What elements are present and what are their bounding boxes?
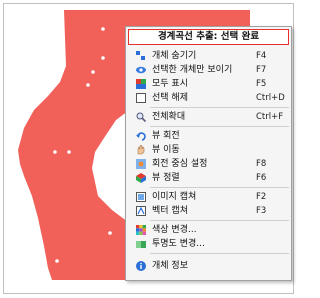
part-hole — [101, 56, 105, 60]
menu-item-show-selected-only[interactable]: 선택한 개체만 보이기 F7 — [126, 63, 291, 77]
part-hole — [53, 150, 57, 154]
rotate-view-icon — [136, 132, 146, 141]
part-hole — [67, 150, 71, 154]
show-all-icon — [136, 79, 146, 89]
color-change-icon — [136, 225, 146, 235]
menu-item-color-change[interactable]: 색상 변경... — [126, 223, 291, 237]
menu-item-align-view[interactable]: 뷰 정렬 F6 — [126, 171, 291, 185]
vector-capture-icon — [136, 206, 146, 216]
menu-item-hide-object[interactable]: 개체 숨기기 F4 — [126, 49, 291, 63]
menu-item-zoom-all[interactable]: 전체확대 Ctrl+F — [126, 110, 291, 124]
menu-item-deselect[interactable]: 선택 해제 Ctrl+D — [126, 91, 291, 105]
object-info-icon — [136, 261, 146, 271]
transparency-change-icon — [136, 241, 146, 248]
part-hole — [55, 259, 59, 263]
menu-item-transparency-change[interactable]: 투명도 변경... — [126, 237, 291, 251]
part-hole — [101, 27, 105, 31]
part-hole — [108, 231, 112, 235]
rotation-center-icon — [136, 159, 146, 169]
menu-separator — [150, 253, 289, 254]
image-capture-icon — [136, 192, 146, 202]
menu-separator — [150, 126, 289, 127]
zoom-all-icon — [136, 112, 146, 122]
show-selected-only-icon — [136, 66, 146, 74]
menu-item-rotation-center[interactable]: 회전 중심 설정 F8 — [126, 157, 291, 171]
pan-view-icon — [137, 145, 145, 155]
part-hole — [86, 83, 90, 87]
menu-item-vector-capture[interactable]: 벡터 캡쳐 F3 — [126, 204, 291, 218]
menu-item-pan-view[interactable]: 뷰 이동 — [126, 143, 291, 157]
menu-separator — [150, 187, 289, 188]
context-menu: 경계곡선 추출: 선택 완료 개체 숨기기 F4 선택한 개체만 보이기 F7 … — [125, 26, 292, 281]
menu-item-object-info[interactable]: 개체 정보 — [126, 259, 291, 273]
menu-separator — [150, 220, 289, 221]
menu-item-show-all[interactable]: 모두 표시 F5 — [126, 77, 291, 91]
part-hole — [91, 70, 95, 74]
menu-separator — [150, 107, 289, 108]
hide-object-icon — [136, 51, 145, 60]
menu-title: 경계곡선 추출: 선택 완료 — [128, 29, 289, 45]
3d-viewport[interactable]: 경계곡선 추출: 선택 완료 개체 숨기기 F4 선택한 개체만 보이기 F7 … — [0, 0, 298, 298]
menu-item-rotate-view[interactable]: 뷰 회전 — [126, 129, 291, 143]
align-view-icon — [136, 173, 146, 183]
deselect-icon — [136, 93, 146, 103]
menu-item-image-capture[interactable]: 이미지 캡쳐 F2 — [126, 190, 291, 204]
